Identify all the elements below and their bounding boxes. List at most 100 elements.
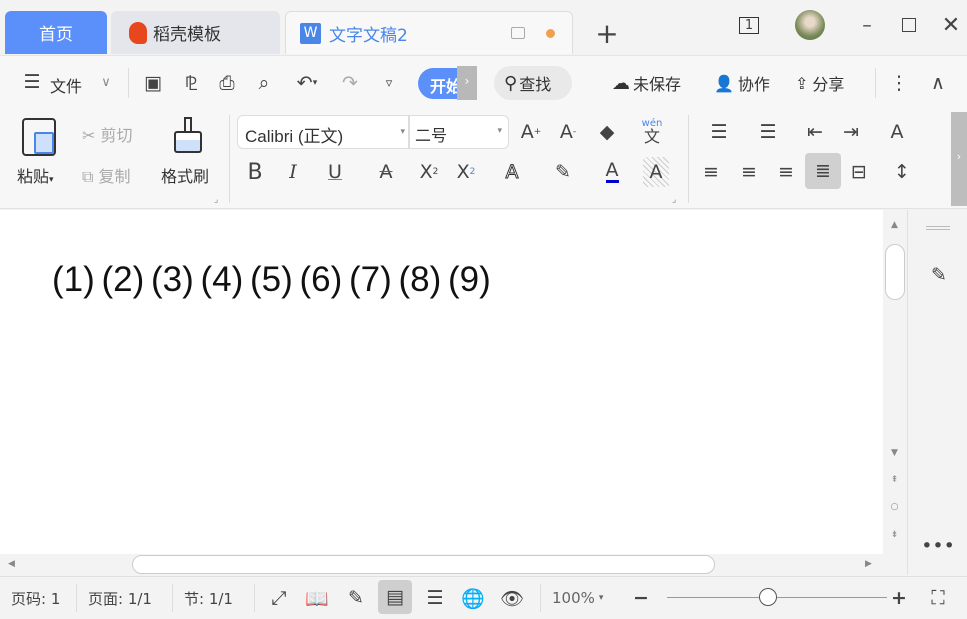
undo-icon[interactable]: ↶ ▾ — [289, 70, 325, 96]
fit-window-icon[interactable]: ⛶ — [925, 584, 951, 612]
page-number-status[interactable]: 页码: 1 — [11, 577, 60, 619]
eye-protection-icon[interactable]: 👁 — [498, 584, 526, 612]
page-count-button[interactable]: 1 — [734, 14, 764, 36]
highlight-button[interactable]: ✎ — [543, 157, 583, 187]
numbered-list-icon[interactable]: ☰ — [749, 117, 787, 147]
shrink-font-icon[interactable]: A- — [555, 117, 581, 147]
dialog-launcher-icon[interactable]: ⌟ — [214, 195, 218, 205]
paste-button[interactable]: 粘贴▾ — [17, 163, 54, 187]
vertical-scrollbar[interactable]: ▲ ▼ ⇞ ○ ⇟ — [883, 210, 906, 554]
bold-button[interactable]: B — [242, 157, 268, 187]
section-status[interactable]: 节: 1/1 — [184, 577, 233, 619]
bullet-list-icon[interactable]: ☰ — [700, 117, 738, 147]
redo-icon[interactable]: ↷ — [337, 70, 363, 96]
line-spacing-icon[interactable]: ↕ — [882, 157, 922, 187]
subscript-button[interactable]: X2 — [452, 157, 480, 187]
tab-template-label: 稻壳模板 — [153, 25, 221, 45]
tab-home[interactable]: 首页 — [5, 11, 107, 54]
horizontal-scroll-thumb[interactable] — [132, 555, 715, 574]
copy-button[interactable]: ⧉ 复制 — [82, 163, 131, 187]
maximize-button[interactable] — [897, 12, 921, 38]
zoom-out-button[interactable]: − — [630, 584, 652, 612]
ribbon-scroll-right[interactable]: › — [457, 66, 477, 100]
underline-button[interactable]: U — [316, 157, 354, 187]
font-dialog-launcher-icon[interactable]: ⌟ — [672, 195, 676, 205]
clear-format-icon[interactable]: ◆ — [594, 117, 620, 147]
tab-template[interactable]: 稻壳模板 — [111, 11, 280, 54]
text-effect-button[interactable]: A — [492, 157, 532, 187]
web-view-icon[interactable]: 🌐 — [460, 584, 486, 612]
user-add-icon: 👤 — [714, 73, 734, 93]
write-mode-icon[interactable]: ✎ — [343, 584, 369, 612]
collab-button[interactable]: 👤 协作 — [714, 71, 770, 95]
char-spacing-icon[interactable]: A — [877, 117, 917, 147]
new-tab-button[interactable]: + — [592, 16, 622, 50]
font-size-select[interactable]: 二号 ▾ — [409, 115, 509, 149]
superscript-button[interactable]: X2 — [416, 157, 442, 187]
outline-view-icon[interactable]: ☰ — [422, 584, 448, 612]
font-color-button[interactable]: A — [593, 157, 631, 187]
monitor-icon[interactable] — [511, 27, 525, 39]
justify-icon[interactable]: ≣ — [805, 153, 841, 189]
minimize-button[interactable]: – — [855, 12, 879, 38]
customize-dropdown-icon[interactable]: ▿ — [378, 70, 400, 96]
pages-status[interactable]: 页面: 1/1 — [88, 577, 152, 619]
ribbon-scroll-right-button[interactable]: › — [951, 112, 967, 206]
chevron-down-icon[interactable]: ∨ — [96, 72, 116, 92]
avatar[interactable] — [795, 10, 825, 40]
share-icon: ⇪ — [795, 73, 809, 93]
next-page-icon[interactable]: ⇟ — [883, 530, 906, 540]
decrease-indent-icon[interactable]: ⇤ — [802, 117, 828, 147]
docer-logo-icon — [129, 21, 147, 44]
menu-icon[interactable]: ☰ — [20, 70, 44, 94]
side-panel: ✎ ••• — [907, 210, 967, 575]
strikethrough-button[interactable]: A — [367, 157, 405, 187]
find-button[interactable]: ⚲ 查找 — [494, 66, 572, 100]
close-button[interactable]: ✕ — [939, 12, 963, 38]
zoom-slider[interactable] — [667, 597, 887, 598]
align-center-icon[interactable]: ≡ — [736, 157, 762, 187]
grow-font-icon[interactable]: A + — [518, 117, 544, 147]
format-painter-button[interactable]: 格式刷 — [161, 163, 209, 187]
print-preview-icon[interactable]: ⌕ — [251, 70, 277, 96]
tab-document[interactable]: W 文字文稿2 — [285, 11, 573, 54]
unsaved-status[interactable]: ☁ 未保存 — [612, 71, 681, 95]
horizontal-scrollbar[interactable]: ◀ ▶ — [0, 554, 907, 575]
zoom-level-select[interactable]: 100% ▾ — [552, 577, 603, 619]
char-shading-button[interactable]: A — [643, 157, 669, 187]
export-icon[interactable]: ⅊ — [178, 70, 204, 96]
document-text[interactable]: (1) (2) (3) (4) (5) (6) (7) (8) (9) — [52, 260, 491, 300]
phonetic-guide-icon[interactable]: wén 文 — [632, 115, 672, 149]
italic-button[interactable]: I — [280, 157, 306, 187]
read-mode-icon[interactable]: 📖 — [304, 584, 330, 612]
file-menu[interactable]: 文件 — [50, 73, 82, 97]
distributed-align-icon[interactable]: ⊟ — [846, 157, 872, 187]
paste-icon[interactable] — [22, 118, 56, 156]
share-button[interactable]: ⇪ 分享 — [795, 71, 844, 95]
zoom-in-button[interactable]: + — [888, 584, 910, 612]
align-left-icon[interactable]: ≡ — [698, 157, 724, 187]
vertical-scroll-thumb[interactable] — [884, 244, 905, 300]
zoom-slider-handle[interactable] — [759, 588, 777, 606]
collab-label: 协作 — [737, 75, 770, 94]
prev-page-icon[interactable]: ⇞ — [883, 475, 906, 485]
align-right-icon[interactable]: ≡ — [773, 157, 799, 187]
page-view-icon[interactable]: ▤ — [378, 580, 412, 614]
cut-button[interactable]: ✂ 剪切 — [82, 122, 133, 146]
format-painter-icon[interactable] — [174, 117, 202, 155]
copy-icon: ⧉ — [82, 167, 99, 186]
select-browse-object-icon[interactable]: ○ — [883, 502, 906, 512]
font-family-select[interactable]: Calibri (正文) ▾ — [237, 115, 409, 149]
increase-indent-icon[interactable]: ⇥ — [838, 117, 864, 147]
save-icon[interactable]: ▣ — [140, 70, 166, 96]
edit-pen-icon[interactable]: ✎ — [926, 262, 952, 288]
collapse-ribbon-icon[interactable]: ∧ — [926, 70, 950, 96]
more-icon[interactable]: ⋮ — [888, 70, 910, 96]
font-family-value: Calibri (正文) — [245, 127, 344, 146]
fullscreen-icon[interactable]: ⤢ — [266, 584, 292, 612]
document-page[interactable]: (1) (2) (3) (4) (5) (6) (7) (8) (9) — [0, 210, 883, 554]
print-icon[interactable]: ⎙ — [214, 70, 240, 96]
more-options-icon[interactable]: ••• — [921, 535, 955, 557]
unsaved-dot-icon — [546, 28, 555, 38]
wps-writer-icon: W — [300, 22, 321, 44]
